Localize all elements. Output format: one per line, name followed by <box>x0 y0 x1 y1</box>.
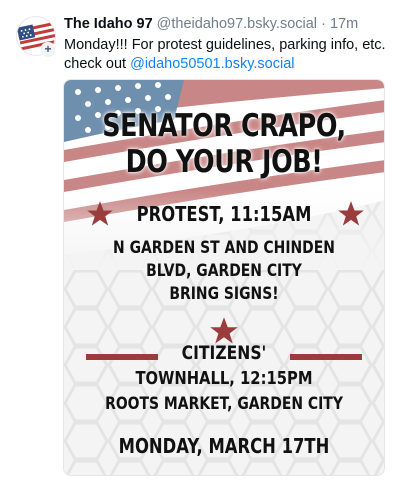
mention-link[interactable]: @idaho50501.bsky.social <box>130 56 294 72</box>
handle[interactable]: @theidaho97.bsky.social <box>157 16 317 32</box>
flyer-date: MONDAY, MARCH 17TH <box>118 434 330 458</box>
flyer-bring-signs: BRING SIGNS! <box>169 284 279 304</box>
post-text: Monday!!! For protest guidelines, parkin… <box>64 36 394 74</box>
flyer-address-line2: BLVD, GARDEN CITY <box>146 261 302 281</box>
post-header: The Idaho 97 @theidaho97.bsky.social · 1… <box>64 15 392 33</box>
flyer-headline-line1: SENATOR CRAPO, <box>102 108 346 144</box>
follow-plus-icon[interactable]: + <box>40 42 56 58</box>
flyer-protest-time: PROTEST, 11:15AM <box>136 202 312 226</box>
divider-bar-right <box>290 354 362 360</box>
display-name[interactable]: The Idaho 97 <box>64 16 153 32</box>
flyer-headline-line2: DO YOUR JOB! <box>125 144 323 180</box>
post-image[interactable]: SENATOR CRAPO, DO YOUR JOB! PROTEST, 11:… <box>63 79 385 476</box>
flyer-location: ROOTS MARKET, GARDEN CITY <box>105 394 343 414</box>
separator-dot: · <box>321 16 326 32</box>
post[interactable]: + The Idaho 97 @theidaho97.bsky.social ·… <box>0 0 400 481</box>
timestamp[interactable]: 17m <box>330 16 358 32</box>
flyer-townhall-time: TOWNHALL, 12:15PM <box>135 368 313 389</box>
flyer-address-line1: N GARDEN ST AND CHINDEN <box>113 238 335 258</box>
star-icon <box>338 201 364 226</box>
